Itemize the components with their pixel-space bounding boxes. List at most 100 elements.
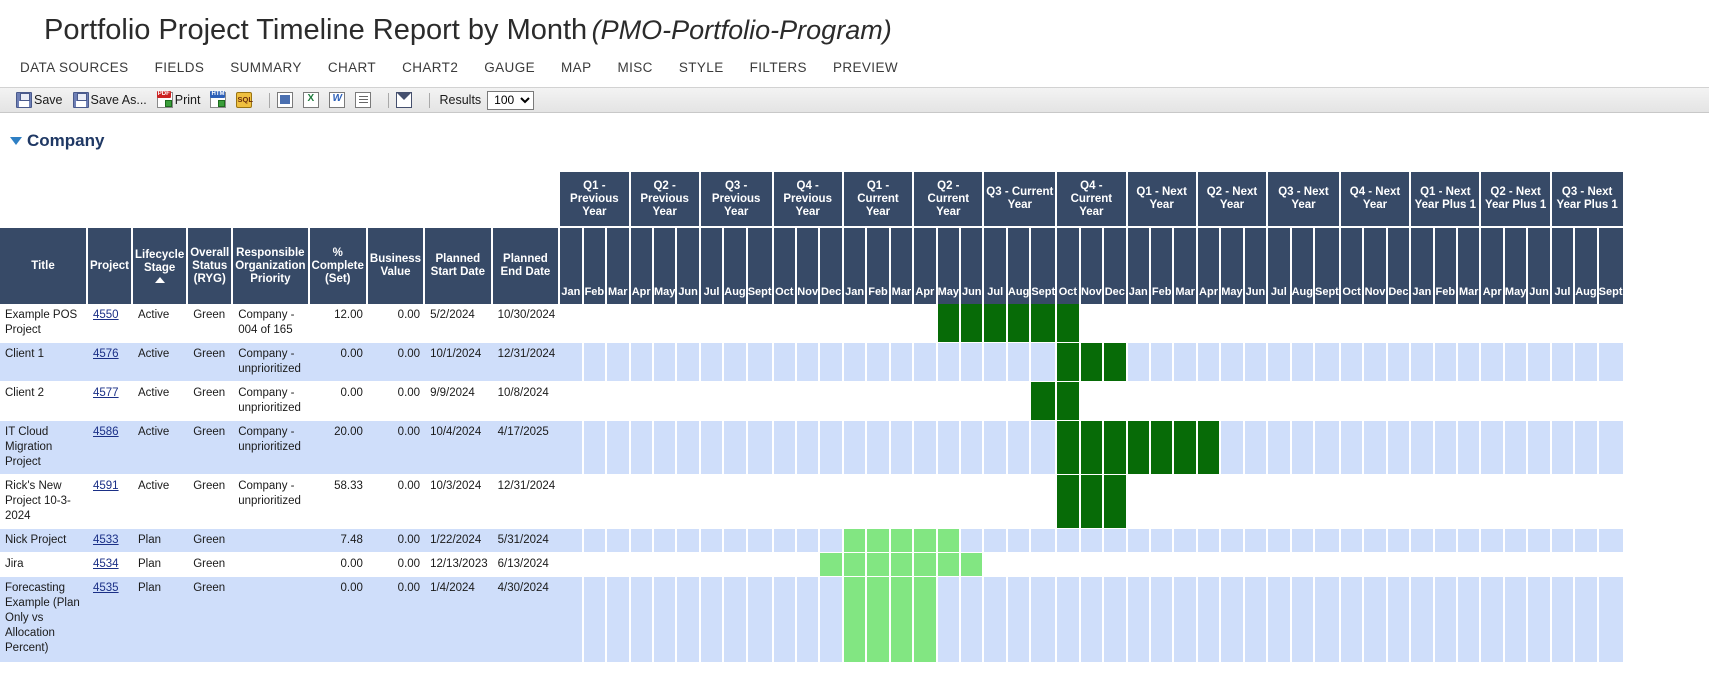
results-label: Results xyxy=(439,93,482,107)
timeline-cell xyxy=(1411,382,1435,421)
tab-chart[interactable]: CHART xyxy=(328,60,376,75)
timeline-cell xyxy=(607,304,631,343)
timeline-cell xyxy=(630,577,654,663)
timeline-cell xyxy=(1434,343,1459,382)
cell-lifecycle-stage: Active xyxy=(133,421,189,475)
toolbar-divider-1 xyxy=(269,92,271,108)
group-header-company[interactable]: Company xyxy=(10,131,1709,151)
col-planned-start-date[interactable]: Planned Start Date xyxy=(425,228,493,304)
project-link[interactable]: 4586 xyxy=(93,426,119,438)
timeline-cell xyxy=(700,421,725,475)
timeline-cell xyxy=(890,304,915,343)
timeline-cell xyxy=(1291,577,1315,663)
cell-overall-status: Green xyxy=(188,382,234,421)
save-button[interactable]: Save xyxy=(16,92,63,108)
timeline-cell xyxy=(1268,382,1292,421)
timeline-cell xyxy=(1174,343,1198,382)
access-icon xyxy=(277,92,294,108)
project-link[interactable]: 4550 xyxy=(93,309,119,321)
tab-fields[interactable]: FIELDS xyxy=(155,60,205,75)
export-excel-button[interactable] xyxy=(303,92,320,108)
timeline-cell xyxy=(1434,529,1459,553)
timeline-cell xyxy=(1174,382,1198,421)
timeline-cell xyxy=(724,475,748,529)
month-header: Oct xyxy=(773,228,797,304)
column-header-label: % Complete (Set) xyxy=(311,246,364,285)
email-button[interactable] xyxy=(396,92,413,108)
timeline-cell xyxy=(773,553,797,577)
quarter-header: Q1 - Current Year xyxy=(843,172,915,228)
cell-title: Nick Project xyxy=(0,529,88,553)
timeline-cell xyxy=(1434,304,1459,343)
tab-preview[interactable]: PREVIEW xyxy=(833,60,898,75)
tab-summary[interactable]: SUMMARY xyxy=(230,60,302,75)
timeline-cell xyxy=(1315,382,1341,421)
cell-title: Client 1 xyxy=(0,343,88,382)
table-row: Client 1 4576 Active Green Company - unprior… xyxy=(0,343,1625,382)
timeline-cell xyxy=(1481,475,1505,529)
tab-gauge[interactable]: GAUGE xyxy=(484,60,535,75)
col-lifecycle-stage[interactable]: Lifecycle Stage xyxy=(133,228,189,304)
timeline-cell xyxy=(1007,421,1032,475)
timeline-cell xyxy=(700,553,725,577)
results-select[interactable]: 100 xyxy=(487,90,535,110)
column-header-label: Responsible Organization Priority xyxy=(235,246,306,285)
project-link[interactable]: 4534 xyxy=(93,558,119,570)
timeline-cell xyxy=(1528,577,1552,663)
export-access-button[interactable] xyxy=(277,92,294,108)
col-planned-end-date[interactable]: Planned End Date xyxy=(492,228,561,304)
timeline-cell xyxy=(1575,577,1599,663)
project-link[interactable]: 4533 xyxy=(93,534,119,546)
save-as-button[interactable]: Save As... xyxy=(72,92,147,108)
export-word-button[interactable] xyxy=(329,92,346,108)
export-html-button[interactable]: HTM xyxy=(210,91,227,108)
timeline-cell xyxy=(1150,475,1175,529)
col-project[interactable]: Project xyxy=(88,228,133,304)
month-header: May xyxy=(1504,228,1529,304)
col-percent-complete[interactable]: % Complete (Set) xyxy=(309,228,368,304)
cell-planned-start-date: 12/13/2023 xyxy=(425,553,493,577)
quarter-header: Q1 - Next Year xyxy=(1127,172,1198,228)
tab-data-sources[interactable]: DATA SOURCES xyxy=(20,60,129,75)
tab-chart2[interactable]: CHART2 xyxy=(402,60,458,75)
timeline-cell xyxy=(583,343,608,382)
tab-style[interactable]: STYLE xyxy=(679,60,724,75)
timeline-cell xyxy=(1551,304,1576,343)
timeline-cell xyxy=(1221,304,1245,343)
project-link[interactable]: 4591 xyxy=(93,480,119,492)
timeline-cell xyxy=(1197,382,1222,421)
timeline-cell xyxy=(1150,304,1175,343)
cell-planned-end-date: 4/30/2024 xyxy=(492,577,561,663)
col-business-value[interactable]: Business Value xyxy=(367,228,426,304)
timeline-cell xyxy=(1528,382,1552,421)
tab-misc[interactable]: MISC xyxy=(617,60,652,75)
tab-filters[interactable]: FILTERS xyxy=(750,60,807,75)
tab-map[interactable]: MAP xyxy=(561,60,591,75)
col-responsible-organization-priority[interactable]: Responsible Organization Priority xyxy=(233,228,310,304)
quarter-header: Q3 - Next Year xyxy=(1268,172,1341,228)
timeline-cell xyxy=(1340,421,1365,475)
project-link[interactable]: 4535 xyxy=(93,582,119,594)
project-link[interactable]: 4577 xyxy=(93,387,119,399)
cell-planned-end-date: 4/17/2025 xyxy=(492,421,561,475)
cell-title: IT Cloud Migration Project xyxy=(0,421,88,475)
timeline-cell xyxy=(1387,553,1412,577)
print-button[interactable]: PDF Print xyxy=(156,91,200,108)
quarter-header: Q4 - Previous Year xyxy=(773,172,844,228)
month-header: May xyxy=(653,228,678,304)
col-overall-status[interactable]: Overall Status (RYG) xyxy=(188,228,234,304)
project-link[interactable]: 4576 xyxy=(93,348,119,360)
timeline-cell xyxy=(724,304,748,343)
timeline-cell xyxy=(560,382,584,421)
text-file-icon xyxy=(355,92,372,108)
month-header: Jan xyxy=(1127,228,1151,304)
cell-percent-complete: 0.00 xyxy=(309,553,368,577)
sql-button[interactable]: SQL xyxy=(236,92,253,108)
export-text-button[interactable] xyxy=(355,92,372,108)
gantt-bar-segment xyxy=(1057,304,1081,343)
column-header-label: Overall Status (RYG) xyxy=(190,246,230,285)
col-title[interactable]: Title xyxy=(0,228,88,304)
timeline-cell xyxy=(1174,304,1198,343)
timeline-cell xyxy=(747,343,774,382)
cell-business-value: 0.00 xyxy=(367,475,426,529)
